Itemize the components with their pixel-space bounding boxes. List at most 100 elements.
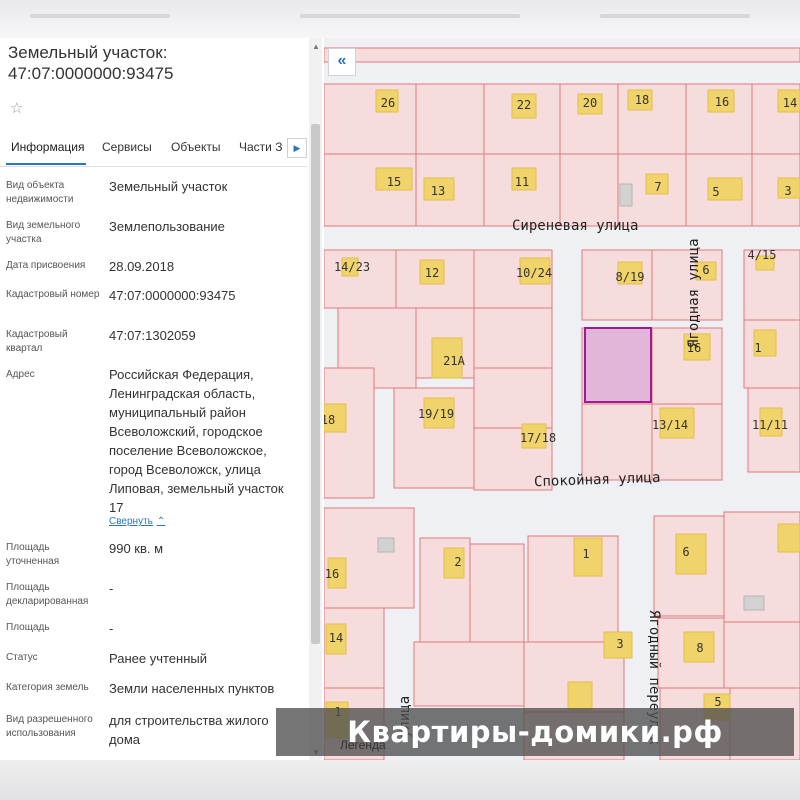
row-value: 28.09.2018 (109, 259, 175, 274)
parcel (324, 83, 417, 155)
plot-number: 18 (635, 93, 649, 107)
plot-number: 3 (616, 637, 623, 651)
plot-number: 13 (431, 184, 445, 198)
building (675, 533, 707, 575)
structure (377, 537, 395, 553)
tab-parts[interactable]: Части ЗУ (239, 140, 283, 154)
parcel (473, 367, 553, 429)
plot-number: 6 (702, 263, 709, 277)
plot-number: 14/23 (334, 260, 370, 274)
parcel (473, 307, 553, 369)
tab-underline (6, 163, 86, 165)
row-label: Вид объекта недвижимости (6, 180, 74, 205)
plot-number: 5 (712, 185, 719, 199)
parcel (324, 47, 800, 63)
plot-number: 18 (324, 413, 335, 427)
plot-number: 8 (696, 641, 703, 655)
row-label: Площадь (6, 622, 50, 633)
row-value: 47:07:0000000:93475 (109, 288, 236, 303)
row-value: - (109, 581, 114, 596)
parcel (413, 641, 525, 707)
row-value: для строительства жилого дома (109, 713, 269, 747)
title-line2: 47:07:0000000:93475 (8, 64, 174, 83)
plot-number: 11 (515, 175, 529, 189)
plot-number: 1 (582, 547, 589, 561)
parcel (469, 543, 525, 645)
plot-number: 16 (325, 567, 339, 581)
tab-objects[interactable]: Объекты (171, 140, 221, 154)
plot-number: 22 (517, 98, 531, 112)
parcel (527, 535, 619, 647)
row-label: Площадь декларированная (6, 582, 89, 607)
building (567, 681, 593, 711)
plot-number: 4/15 (748, 248, 777, 262)
plot-number: 12 (425, 266, 439, 280)
selected-parcel (584, 327, 652, 403)
parcel (559, 153, 619, 227)
plot-number: 2 (454, 555, 461, 569)
legend-label[interactable]: Легенда (340, 738, 386, 752)
tab-info[interactable]: Информация (11, 140, 84, 154)
building (777, 523, 800, 553)
plot-number: 13/14 (652, 418, 688, 432)
scroll-up-icon[interactable]: ▲ (312, 42, 320, 51)
row-label: Площадь уточненная (6, 542, 60, 567)
row-label: Вид земельного участка (6, 220, 81, 245)
row-value: Землепользование (109, 219, 225, 234)
star-icon[interactable]: ☆ (10, 99, 23, 117)
row-value: 990 кв. м (109, 541, 164, 556)
row-value: Земли населенных пунктов (109, 681, 275, 696)
parcel (324, 249, 397, 309)
plot-number: 16 (715, 95, 729, 109)
tab-services[interactable]: Сервисы (102, 140, 152, 154)
plot-number: 19/19 (418, 407, 454, 421)
plot-number: 14 (329, 631, 343, 645)
plot-number: 1 (754, 341, 761, 355)
info-panel: Земельный участок: 47:07:0000000:93475 ☆… (0, 38, 322, 760)
plot-number: 11/11 (752, 418, 788, 432)
plot-number: 26 (381, 96, 395, 110)
row-value: Земельный участок (109, 179, 228, 194)
title-line1: Земельный участок: (8, 43, 168, 62)
street-label-yagodnaya: Ягодная улица (686, 238, 702, 348)
row-value: 47:07:1302059 (109, 328, 196, 343)
collapse-panel-icon[interactable]: « (328, 48, 356, 76)
row-value: - (109, 621, 114, 636)
blur-bar (30, 14, 170, 18)
row-label: Кадастровый квартал (6, 329, 68, 354)
street-label-sirenevaya: Сиреневая улица (512, 218, 639, 234)
cadastral-map[interactable]: 26 22 20 18 16 14 15 13 11 7 5 3 14/23 12 10/24 8/19 6 4/… (324, 38, 800, 760)
row-label: Кадастровый номер (6, 289, 100, 300)
chevron-up-icon: ⌃ (156, 516, 166, 527)
plot-number: 7 (654, 180, 661, 194)
map-canvas[interactable]: 26 22 20 18 16 14151311 7 5 314/23 12 10/24 8/19 64/… (324, 38, 800, 760)
plot-number: 20 (583, 96, 597, 110)
structure (619, 183, 633, 207)
row-label: Адрес (6, 369, 35, 380)
row-label: Статус (6, 652, 38, 663)
plot-number: 10/24 (516, 266, 552, 280)
browser-top-bar (0, 0, 800, 38)
parcel (581, 403, 653, 481)
row-label: Дата присвоения (6, 260, 86, 271)
collapse-label: Свернуть (109, 516, 153, 527)
blur-bar (600, 14, 750, 18)
tab-bar: Информация Сервисы Объекты Части ЗУ ▶ (0, 128, 308, 167)
plot-number: 15 (387, 175, 401, 189)
collapse-link[interactable]: Свернуть ⌃ (109, 516, 165, 527)
scroll-thumb[interactable] (311, 124, 320, 644)
plot-number: 5 (714, 695, 721, 709)
plot-number: 21А (443, 354, 465, 368)
plot-number: 3 (784, 184, 791, 198)
plot-number: 6 (682, 545, 689, 559)
plot-number: 8/19 (616, 270, 645, 284)
page-title: Земельный участок: 47:07:0000000:93475 (8, 42, 173, 84)
row-value: Ранее учтенный (109, 651, 207, 666)
row-label: Вид разрешенного использования (6, 714, 93, 739)
blur-bar (300, 14, 520, 18)
tab-scroll-right-icon[interactable]: ▶ (287, 138, 307, 158)
structure (743, 595, 765, 611)
panel-scrollbar[interactable]: ▲ ▼ (309, 38, 322, 760)
browser-bottom-bar (0, 760, 800, 800)
plot-number: 17/18 (520, 431, 556, 445)
